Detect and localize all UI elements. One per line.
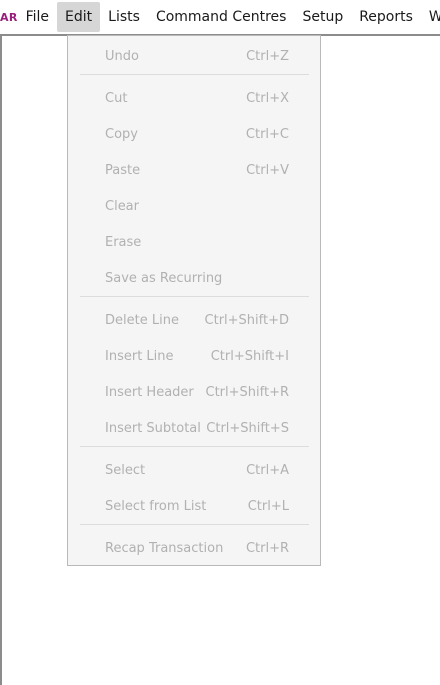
menu-item-label: Copy [105, 126, 138, 142]
menu-item-shortcut: Ctrl+L [247, 498, 289, 514]
menu-item-label: Select [105, 462, 146, 478]
menu-edit-label: Edit [65, 9, 93, 25]
menu-item-recap-transaction[interactable]: Recap Transaction Ctrl+R [68, 530, 320, 566]
menu-item-label: Select from List [105, 498, 207, 514]
menu-item-insert-header[interactable]: Insert Header Ctrl+Shift+R [68, 374, 320, 410]
edit-menu-dropdown: Undo Ctrl+Z Cut Ctrl+X Copy Ctrl+C Paste… [67, 35, 321, 566]
menu-separator [80, 446, 309, 447]
menu-bar: AR File Edit Lists Command Centres Setup… [0, 0, 440, 34]
menu-lists[interactable]: Lists [100, 2, 148, 32]
menu-item-shortcut: Ctrl+X [246, 90, 289, 106]
menu-item-select-from-list[interactable]: Select from List Ctrl+L [68, 488, 320, 524]
menu-item-insert-subtotal[interactable]: Insert Subtotal Ctrl+Shift+S [68, 410, 320, 446]
menu-separator [80, 296, 309, 297]
menu-item-label: Insert Subtotal [105, 420, 201, 436]
menu-item-label: Insert Header [105, 384, 194, 400]
menu-item-label: Clear [105, 198, 139, 214]
menu-item-select[interactable]: Select Ctrl+A [68, 452, 320, 488]
menu-reports-label: Reports [359, 9, 413, 25]
app-logo: AR [0, 0, 18, 34]
menu-file-label: File [25, 9, 50, 25]
menu-item-label: Undo [105, 48, 139, 64]
menu-item-shortcut: Ctrl+C [245, 126, 289, 142]
menu-command-centres-label: Command Centres [155, 9, 287, 25]
menu-item-shortcut: Ctrl+V [246, 162, 289, 178]
menu-item-label: Delete Line [105, 312, 179, 328]
menu-item-shortcut: Ctrl+Z [246, 48, 289, 64]
menu-item-save-as-recurring[interactable]: Save as Recurring [68, 260, 320, 296]
menu-command-centres[interactable]: Command Centres [148, 2, 295, 32]
menu-item-undo[interactable]: Undo Ctrl+Z [68, 38, 320, 74]
menu-item-insert-line[interactable]: Insert Line Ctrl+Shift+I [68, 338, 320, 374]
menu-item-shortcut: Ctrl+Shift+I [210, 348, 289, 364]
menu-item-shortcut: Ctrl+Shift+R [205, 384, 290, 400]
menu-item-label: Save as Recurring [105, 270, 223, 286]
menu-lists-label: Lists [108, 9, 140, 25]
menu-item-label: Erase [105, 234, 142, 250]
menu-item-shortcut: Ctrl+Shift+S [206, 420, 289, 436]
menu-separator [80, 74, 309, 75]
menu-setup[interactable]: Setup [294, 2, 351, 32]
menu-item-erase[interactable]: Erase [68, 224, 320, 260]
menu-item-clear[interactable]: Clear [68, 188, 320, 224]
menu-edit[interactable]: Edit [57, 2, 101, 32]
app-logo-text: AR [0, 10, 18, 24]
menu-item-copy[interactable]: Copy Ctrl+C [68, 116, 320, 152]
menu-item-paste[interactable]: Paste Ctrl+V [68, 152, 320, 188]
menu-item-shortcut: Ctrl+R [245, 540, 289, 556]
menu-window-label: W [428, 9, 440, 25]
menu-window[interactable]: W [421, 2, 440, 32]
menu-item-shortcut: Ctrl+Shift+D [204, 312, 289, 328]
menu-item-label: Paste [105, 162, 141, 178]
menu-item-shortcut: Ctrl+A [246, 462, 289, 478]
menu-item-label: Insert Line [105, 348, 174, 364]
menu-item-delete-line[interactable]: Delete Line Ctrl+Shift+D [68, 302, 320, 338]
menu-item-cut[interactable]: Cut Ctrl+X [68, 80, 320, 116]
menu-file[interactable]: File [18, 2, 57, 32]
menu-reports[interactable]: Reports [351, 2, 421, 32]
menu-item-label: Cut [105, 90, 128, 106]
menu-item-label: Recap Transaction [105, 540, 224, 556]
menu-separator [80, 524, 309, 525]
menu-setup-label: Setup [302, 9, 344, 25]
